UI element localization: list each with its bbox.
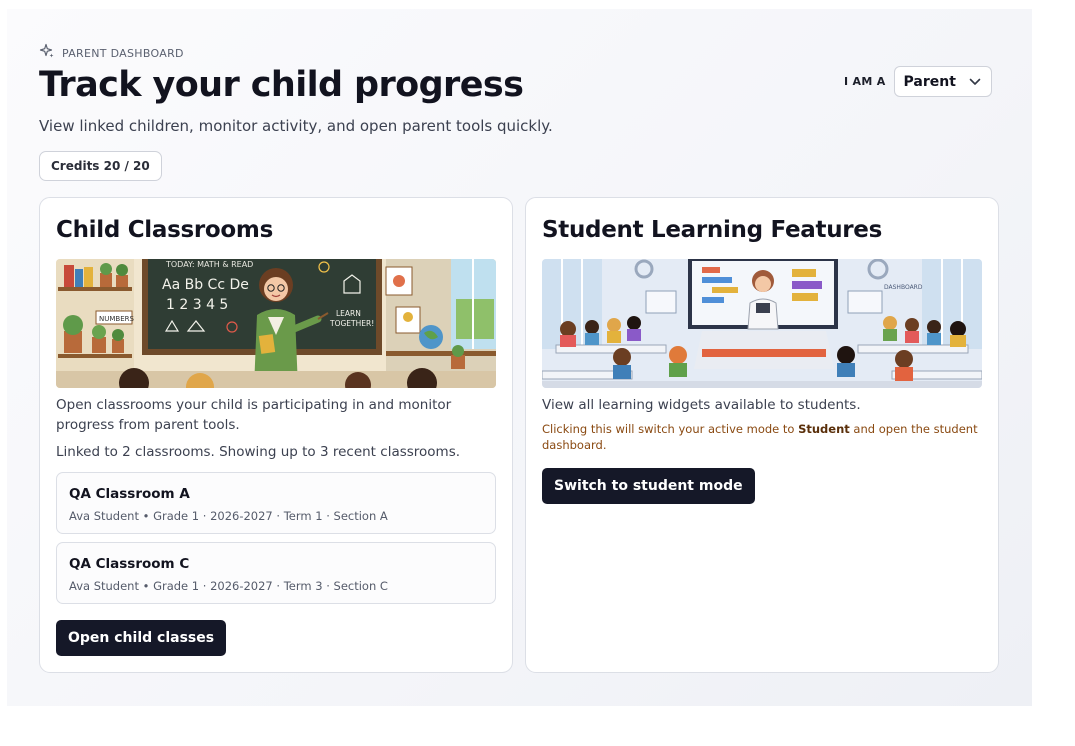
child-classrooms-card: Child Classrooms NUMBERS TODAY: MATH & R… xyxy=(39,197,513,673)
student-features-title: Student Learning Features xyxy=(542,217,882,243)
numbers-label: NUMBERS xyxy=(99,315,134,323)
role-selected-value: Parent xyxy=(903,73,956,90)
classroom-name: QA Classroom C xyxy=(69,556,190,572)
student-features-card: Student Learning Features DASHBOARD View… xyxy=(525,197,999,673)
chevron-down-icon xyxy=(969,74,981,90)
eyebrow-label: PARENT DASHBOARD xyxy=(62,46,184,60)
child-classrooms-title: Child Classrooms xyxy=(56,217,273,243)
role-label: I AM A xyxy=(844,75,886,88)
classroom-meta: Ava Student • Grade 1 · 2026-2027 · Term… xyxy=(69,509,388,523)
child-classrooms-description: Open classrooms your child is participat… xyxy=(56,397,452,433)
student-features-description: View all learning widgets available to s… xyxy=(542,397,861,413)
classroom-item[interactable]: QA Classroom C Ava Student • Grade 1 · 2… xyxy=(56,542,496,604)
eyebrow: PARENT DASHBOARD xyxy=(39,43,184,63)
switch-mode-warning: Clicking this will switch your active mo… xyxy=(542,421,982,453)
page-subtitle: View linked children, monitor activity, … xyxy=(39,117,553,135)
sparkle-icon xyxy=(39,43,55,63)
classroom-meta: Ava Student • Grade 1 · 2026-2027 · Term… xyxy=(69,579,388,593)
student-classroom-illustration: DASHBOARD xyxy=(542,259,982,388)
dashboard-sign: DASHBOARD xyxy=(884,284,923,291)
role-selector: I AM A Parent xyxy=(844,66,992,97)
board-alphabet: Aa Bb Cc De xyxy=(162,277,249,293)
classroom-name: QA Classroom A xyxy=(69,486,190,502)
board-sign-2: TOGETHER! xyxy=(329,319,374,328)
open-child-classes-button[interactable]: Open child classes xyxy=(56,620,227,656)
board-heading: TODAY: MATH & READ xyxy=(165,260,253,269)
dashboard-page: PARENT DASHBOARD Track your child progre… xyxy=(7,9,1032,706)
warning-text-mode: Student xyxy=(798,422,850,436)
credits-badge: Credits 20 / 20 xyxy=(39,151,162,181)
classroom-illustration: NUMBERS TODAY: MATH & READ Aa Bb Cc De 1… xyxy=(56,259,496,388)
linked-classrooms-note: Linked to 2 classrooms. Showing up to 3 … xyxy=(56,444,461,460)
page-title: Track your child progress xyxy=(39,65,524,105)
board-sign-1: LEARN xyxy=(336,309,361,318)
switch-to-student-mode-button[interactable]: Switch to student mode xyxy=(542,468,755,504)
classroom-item[interactable]: QA Classroom A Ava Student • Grade 1 · 2… xyxy=(56,472,496,534)
warning-text-prefix: Clicking this will switch your active mo… xyxy=(542,422,799,436)
board-numbers: 1 2 3 4 5 xyxy=(166,297,228,313)
role-dropdown[interactable]: Parent xyxy=(893,66,992,97)
